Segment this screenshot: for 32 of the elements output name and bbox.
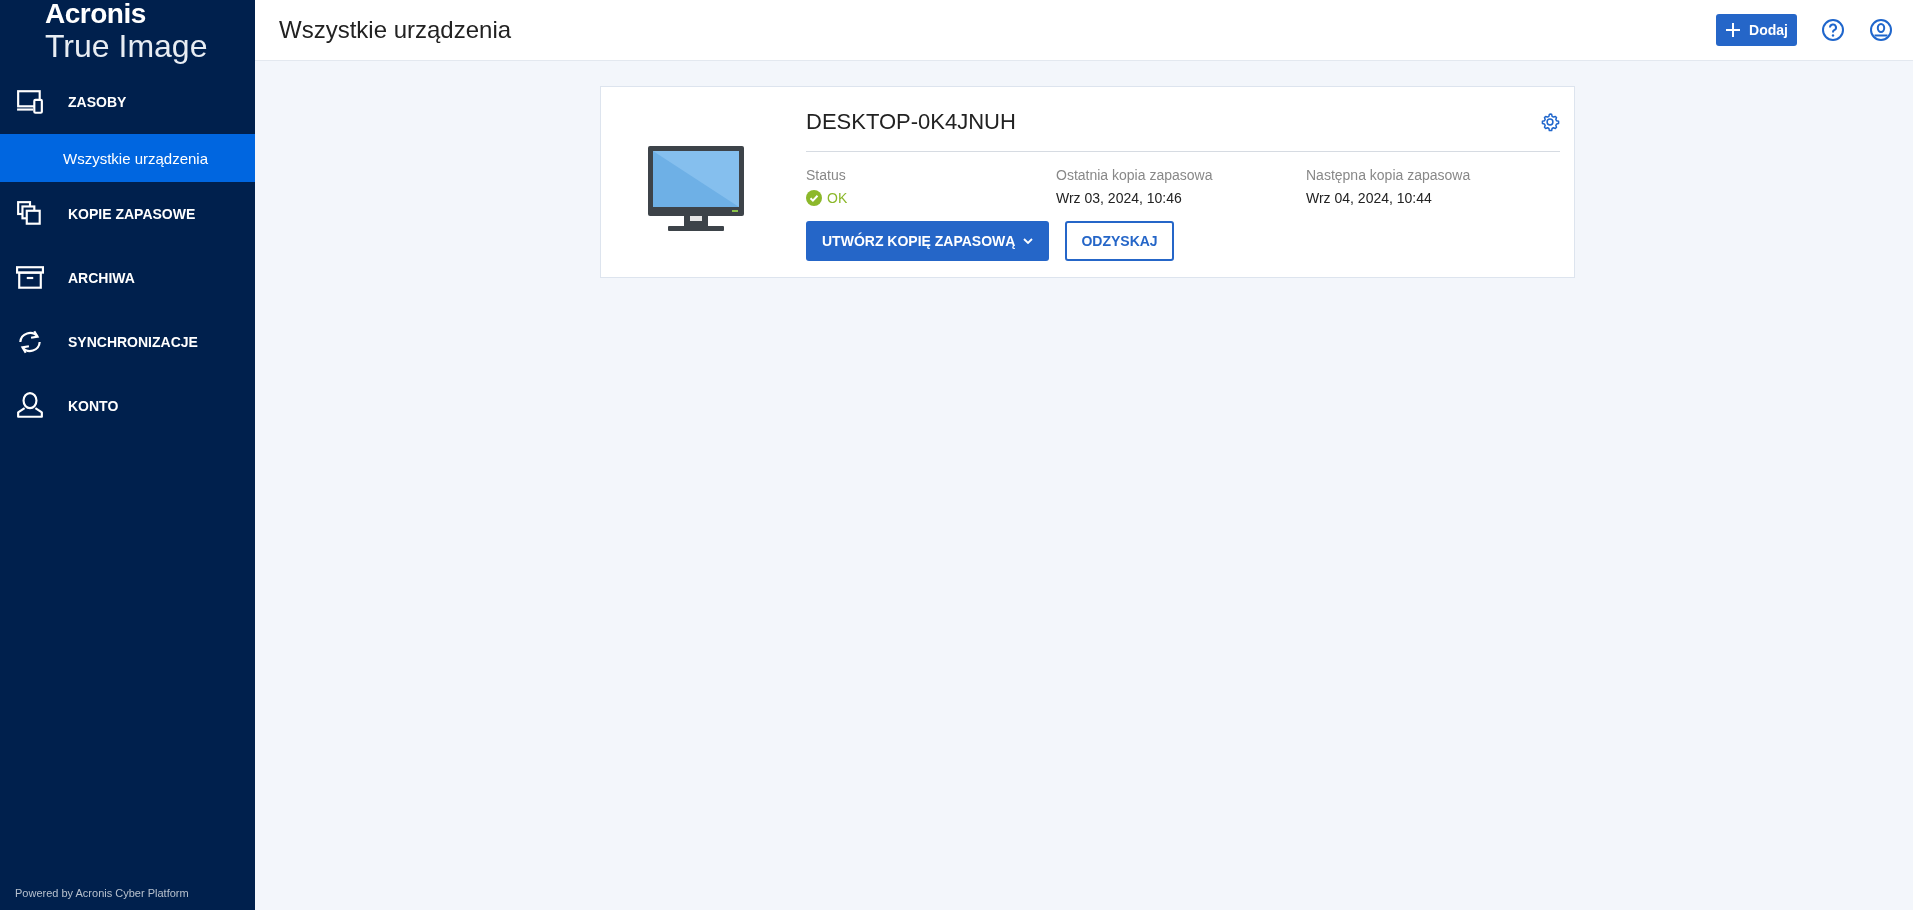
device-name: DESKTOP-0K4JNUH (806, 109, 1016, 135)
add-button[interactable]: Dodaj (1716, 14, 1797, 46)
brand-logo-text: Acronis (45, 0, 147, 28)
monitor-icon (646, 144, 746, 234)
plus-icon (1725, 22, 1742, 38)
status-text: OK (827, 190, 848, 206)
backup-button[interactable]: UTWÓRZ KOPIĘ ZAPASOWĄ (806, 221, 1050, 261)
nav-item[interactable]: ZASOBY (0, 70, 255, 134)
field-value: Wrz 03, 2024, 10:46 (1056, 190, 1183, 206)
field-label: Status (806, 167, 847, 183)
person-icon (16, 392, 44, 420)
nav-subitem[interactable]: Wszystkie urządzenia (0, 134, 255, 182)
devices-icon (16, 88, 44, 116)
archive-box-icon (16, 264, 44, 292)
caret-icon (1023, 238, 1034, 244)
copies-icon (16, 200, 44, 228)
nav-item[interactable]: SYNCHRONIZACJE (0, 310, 255, 374)
nav-item[interactable]: ARCHIWA (0, 246, 255, 310)
field-value: Wrz 04, 2024, 10:44 (1306, 190, 1433, 206)
sync-icon (16, 328, 44, 356)
page-title: Wszystkie urządzenia (279, 16, 512, 44)
field-label: Następna kopia zapasowa (1306, 167, 1472, 183)
settings-icon[interactable] (1540, 112, 1560, 132)
nav-item[interactable]: KONTO (0, 374, 255, 438)
check-circle-icon (806, 190, 822, 206)
account-icon[interactable] (1869, 18, 1893, 42)
nav-item[interactable]: KOPIE ZAPASOWE (0, 182, 255, 246)
product-name: True Image (45, 28, 208, 64)
powered-by-text: Powered by Acronis Cyber Platform (14, 887, 190, 901)
field-label: Ostatnia kopia zapasowa (1056, 167, 1214, 183)
recover-button[interactable]: ODZYSKAJ (1065, 221, 1174, 261)
help-icon[interactable] (1821, 18, 1845, 42)
